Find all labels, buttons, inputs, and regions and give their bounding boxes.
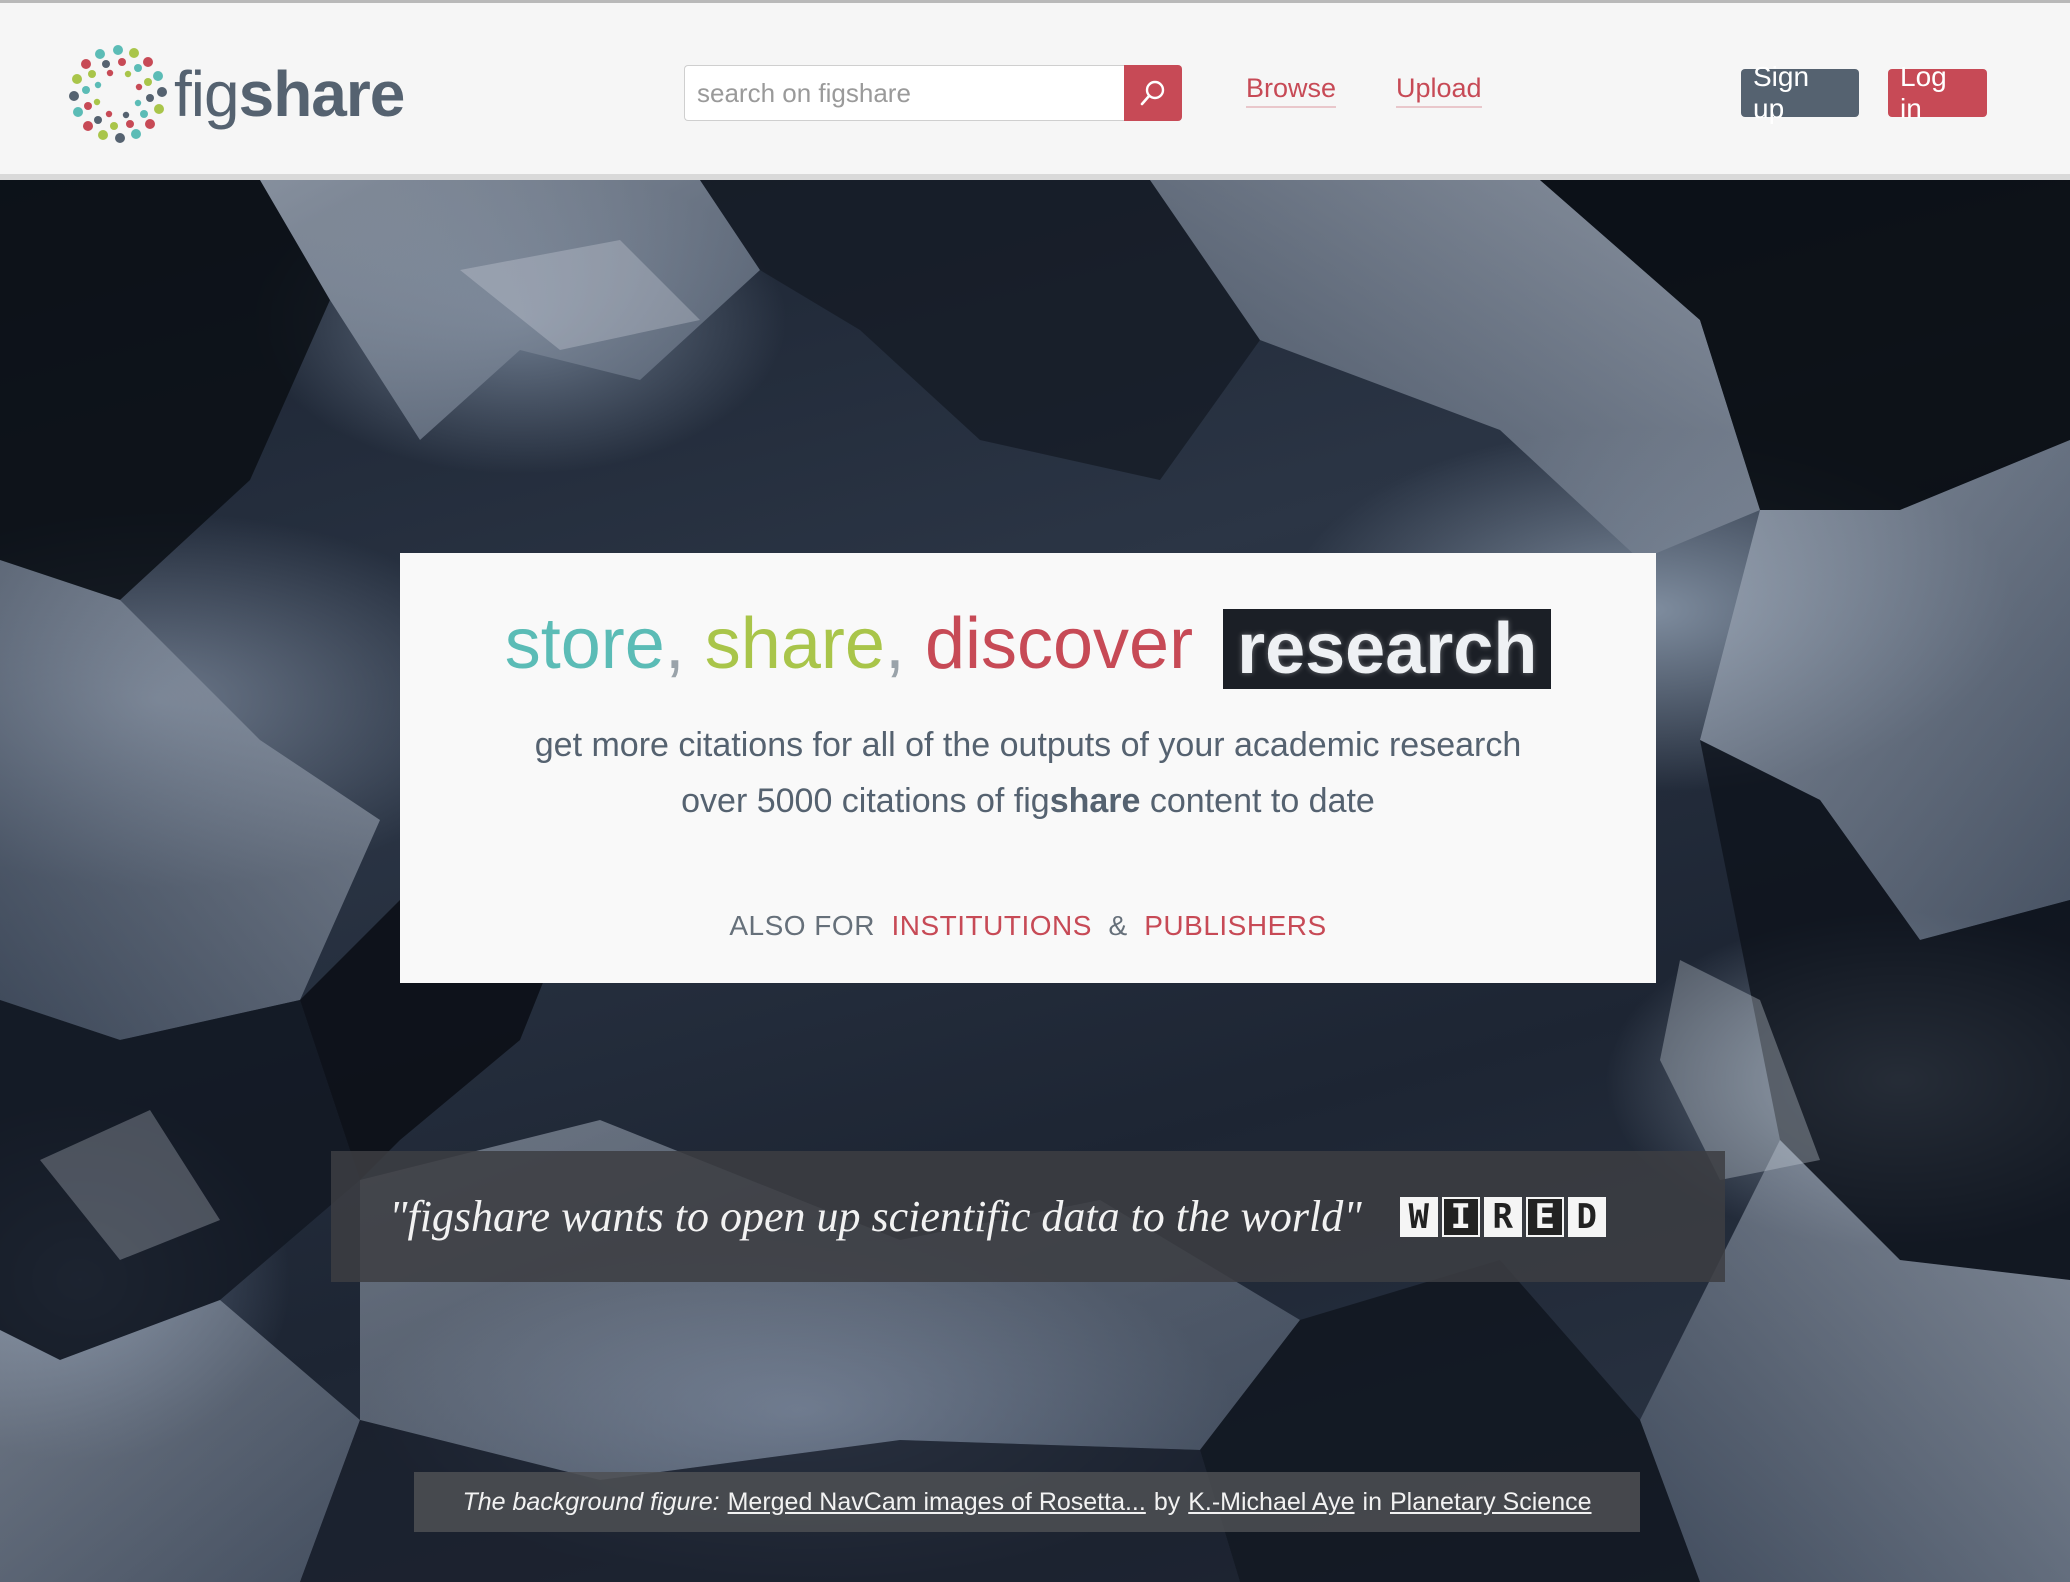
headline-comma: , — [884, 604, 905, 684]
logo-wordmark: figshare — [174, 57, 406, 131]
search-button[interactable] — [1124, 65, 1182, 121]
also-for-label: ALSO FOR — [729, 910, 875, 941]
publishers-link[interactable]: PUBLISHERS — [1144, 910, 1326, 941]
subtitle-line2-prefix: over 5000 citations of fig — [681, 782, 1050, 820]
caption-prefix: The background figure: — [462, 1487, 720, 1516]
wired-letter: E — [1525, 1196, 1564, 1237]
search-input[interactable] — [684, 65, 1124, 121]
wired-letter: D — [1567, 1196, 1606, 1237]
signup-button[interactable]: Sign up — [1741, 61, 1859, 124]
figshare-logo[interactable]: figshare — [66, 39, 426, 149]
login-button[interactable]: Log in — [1888, 61, 1987, 124]
search-bar — [684, 65, 1182, 121]
figure-link[interactable]: Merged NavCam images of Rosetta... — [728, 1488, 1146, 1517]
logo-text-share: share — [238, 58, 406, 130]
nav-upload-link[interactable]: Upload — [1396, 73, 1482, 108]
headline-comma: , — [664, 604, 685, 684]
headline-word-research: research — [1223, 608, 1552, 689]
also-for-row: ALSO FOR INSTITUTIONS & PUBLISHERS — [400, 910, 1656, 942]
wired-logo[interactable]: W I R E D — [1399, 1196, 1606, 1237]
caption-in: in — [1362, 1487, 1382, 1516]
nav-browse-link[interactable]: Browse — [1246, 73, 1337, 108]
hero-subtitle-line1: get more citations for all of the output… — [534, 726, 1522, 764]
ampersand: & — [1108, 910, 1128, 941]
wired-letter: R — [1483, 1196, 1522, 1237]
headline-word-discover: discover — [924, 604, 1194, 684]
top-navbar: figshare Browse Upload Sign up Log in — [0, 0, 2070, 180]
hero-background-image: store, share, discover research get more… — [0, 180, 2070, 1582]
logo-text-fig: fig — [174, 58, 240, 130]
author-link[interactable]: K.-Michael Aye — [1188, 1488, 1354, 1517]
headline-word-store: store — [504, 604, 665, 684]
hero-card: store, share, discover research get more… — [400, 553, 1656, 983]
press-quote-text: "figshare wants to open up scientific da… — [389, 1192, 1362, 1241]
hero-subtitle-line2: over 5000 citations of figshare content … — [400, 782, 1656, 821]
subtitle-line2-suffix: content to date — [1149, 782, 1375, 820]
wired-letter: W — [1399, 1196, 1438, 1237]
figshare-swirl-icon — [69, 45, 167, 143]
category-link[interactable]: Planetary Science — [1390, 1488, 1592, 1517]
headline-word-share: share — [704, 604, 885, 684]
institutions-link[interactable]: INSTITUTIONS — [891, 910, 1091, 941]
press-quote-banner: "figshare wants to open up scientific da… — [331, 1151, 1725, 1282]
subtitle-line2-bold: share — [1049, 782, 1141, 820]
caption-by: by — [1153, 1487, 1181, 1516]
search-icon — [1140, 80, 1165, 106]
background-figure-caption: The background figure: Merged NavCam ima… — [414, 1472, 1640, 1532]
hero-headline: store, share, discover research — [400, 603, 1656, 689]
wired-letter: I — [1441, 1196, 1480, 1237]
